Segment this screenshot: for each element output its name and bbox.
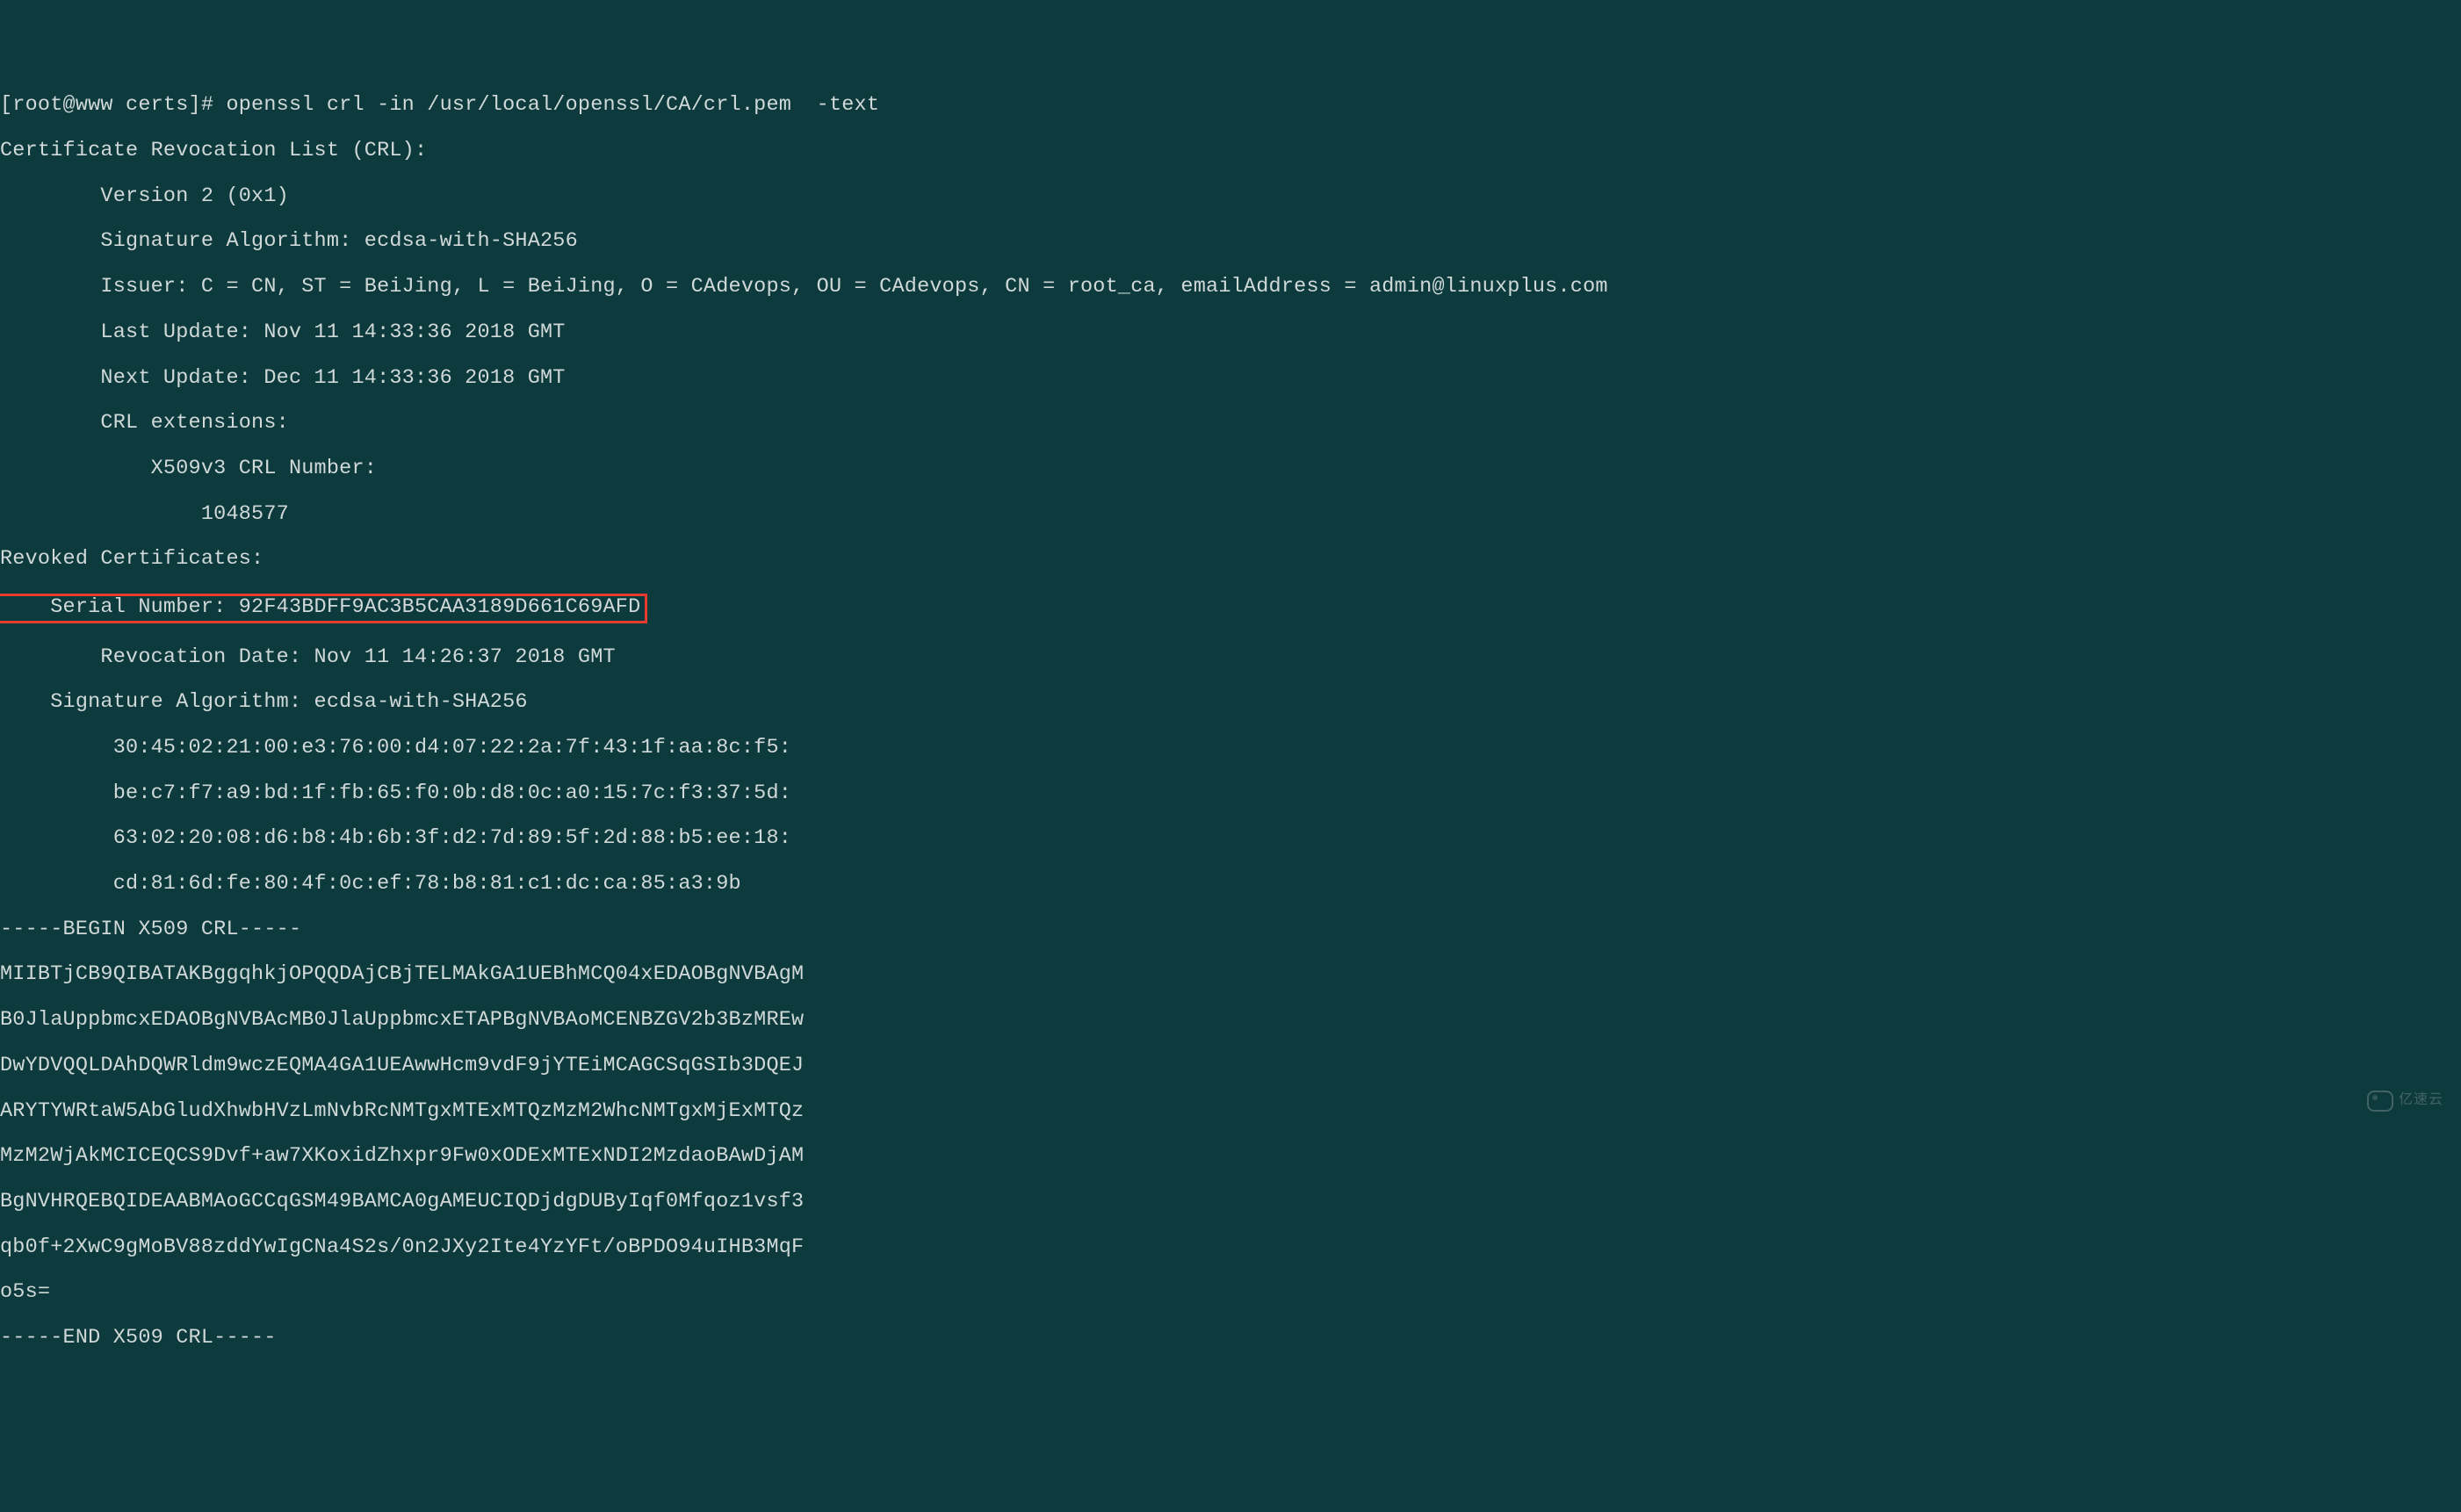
last-update: Last Update: Nov 11 14:33:36 2018 GMT [0, 321, 2461, 344]
pem-data-3: DwYDVQQLDAhDQWRldm9wczEQMA4GA1UEAwwHcm9v… [0, 1055, 2461, 1077]
crl-extensions: CRL extensions: [0, 412, 2461, 435]
pem-data-4: ARYTYWRtaW5AbGludXhwbHVzLmNvbRcNMTgxMTEx… [0, 1100, 2461, 1123]
crl-version: Version 2 (0x1) [0, 185, 2461, 208]
x509-crl-number-label: X509v3 CRL Number: [0, 457, 2461, 480]
signature-algorithm-2: Signature Algorithm: ecdsa-with-SHA256 [0, 691, 2461, 714]
pem-data-2: B0JlaUppbmcxEDAOBgNVBAcMB0JlaUppbmcxETAP… [0, 1009, 2461, 1032]
signature-algorithm: Signature Algorithm: ecdsa-with-SHA256 [0, 230, 2461, 253]
pem-data-8: o5s= [0, 1281, 2461, 1304]
signature-hex-1: 30:45:02:21:00:e3:76:00:d4:07:22:2a:7f:4… [0, 737, 2461, 760]
watermark-text: 亿速云 [2399, 1093, 2443, 1109]
revoked-header: Revoked Certificates: [0, 548, 2461, 571]
revocation-date: Revocation Date: Nov 11 14:26:37 2018 GM… [0, 646, 2461, 669]
serial-number-row: Serial Number: 92F43BDFF9AC3B5CAA3189D66… [0, 594, 2461, 623]
signature-hex-2: be:c7:f7:a9:bd:1f:fb:65:f0:0b:d8:0c:a0:1… [0, 782, 2461, 805]
watermark-logo: 亿速云 [2367, 1091, 2443, 1112]
pem-data-6: BgNVHRQEBQIDEAABMAoGCCqGSM49BAMCA0gAMEUC… [0, 1191, 2461, 1213]
pem-data-5: MzM2WjAkMCICEQCS9Dvf+aw7XKoxidZhxpr9Fw0x… [0, 1145, 2461, 1168]
cloud-icon [2367, 1091, 2393, 1112]
signature-hex-3: 63:02:20:08:d6:b8:4b:6b:3f:d2:7d:89:5f:2… [0, 827, 2461, 850]
pem-end: -----END X509 CRL----- [0, 1327, 2461, 1350]
crl-header: Certificate Revocation List (CRL): [0, 140, 2461, 162]
crl-number-value: 1048577 [0, 503, 2461, 526]
serial-number-highlight: Serial Number: 92F43BDFF9AC3B5CAA3189D66… [0, 594, 647, 623]
next-update: Next Update: Dec 11 14:33:36 2018 GMT [0, 367, 2461, 390]
pem-data-7: qb0f+2XwC9gMoBV88zddYwIgCNa4S2s/0n2JXy2I… [0, 1236, 2461, 1259]
issuer-line: Issuer: C = CN, ST = BeiJing, L = BeiJin… [0, 276, 2461, 299]
pem-data-1: MIIBTjCB9QIBATAKBggqhkjOPQQDAjCBjTELMAkG… [0, 963, 2461, 986]
signature-hex-4: cd:81:6d:fe:80:4f:0c:ef:78:b8:81:c1:dc:c… [0, 873, 2461, 896]
terminal-prompt: [root@www certs]# openssl crl -in /usr/l… [0, 94, 2461, 117]
pem-begin: -----BEGIN X509 CRL----- [0, 918, 2461, 941]
